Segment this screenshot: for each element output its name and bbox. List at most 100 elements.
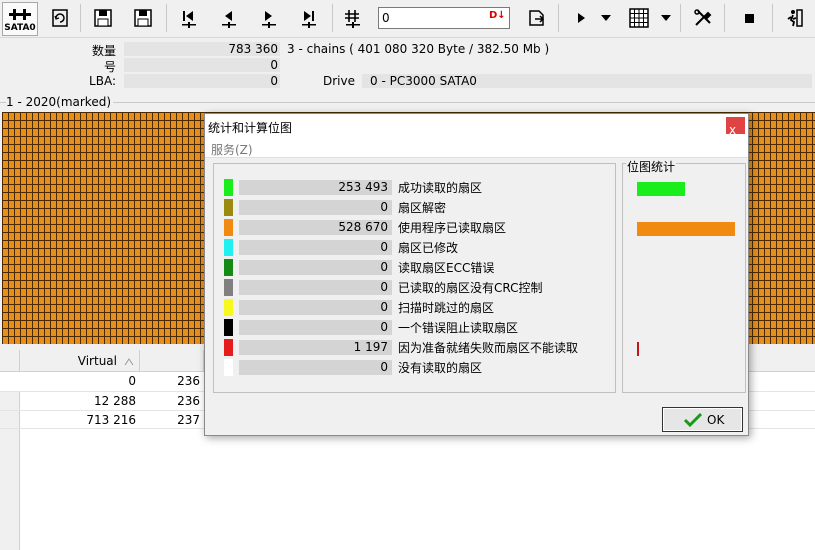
info-panel: 数量 783 360 3 - chains ( 401 080 320 Byte… — [0, 38, 815, 94]
cell-next: 236 — [177, 394, 200, 408]
number-value: 0 — [124, 58, 280, 72]
exit-button[interactable] — [780, 3, 810, 33]
toolbar-separator — [772, 4, 773, 32]
load-map-button[interactable] — [128, 3, 158, 33]
stat-color-swatch — [224, 299, 233, 316]
stat-label: 扇区解密 — [398, 201, 447, 215]
tools-icon — [694, 9, 712, 26]
play-icon — [578, 13, 585, 23]
sort-arrow-icon — [124, 358, 134, 366]
map-view-button[interactable] — [624, 3, 654, 33]
checkmark-icon — [683, 412, 703, 428]
stat-color-swatch — [224, 279, 233, 296]
go-first-button[interactable] — [174, 3, 204, 33]
stat-value-box: 0 — [239, 200, 392, 215]
start-dropdown-button[interactable] — [596, 3, 616, 33]
stat-label: 因为准备就绪失败而扇区不能读取 — [398, 341, 579, 355]
bitmap-legend: 位图统计 — [626, 158, 677, 175]
stat-value-box: 0 — [239, 360, 392, 375]
count-value: 783 360 — [124, 42, 280, 56]
toolbar-separator — [680, 4, 681, 32]
refresh-icon — [52, 9, 68, 27]
go-next-button[interactable] — [254, 3, 284, 33]
chevron-down-icon — [661, 15, 671, 21]
stat-label: 成功读取的扇区 — [398, 181, 483, 195]
stat-label: 使用程序已读取扇区 — [398, 221, 507, 235]
stat-value: 0 — [380, 300, 388, 314]
stop-button[interactable] — [734, 3, 764, 33]
device-select-button[interactable]: SATA0 — [2, 2, 38, 36]
stat-value-box: 0 — [239, 260, 392, 275]
menu-service[interactable]: 服务(Z) — [211, 141, 253, 158]
ok-button[interactable]: OK — [662, 407, 743, 432]
stat-value-box: 528 670 — [239, 220, 392, 235]
goto-icon — [529, 10, 545, 26]
stat-row: 0 读取扇区ECC错误 — [214, 257, 617, 277]
stat-color-swatch — [224, 259, 233, 276]
stat-color-swatch — [224, 339, 233, 356]
lba-input-badge[interactable]: D↓ — [489, 10, 506, 26]
stat-value-box: 0 — [239, 320, 392, 335]
stat-row: 0 已读取的扇区没有CRC控制 — [214, 277, 617, 297]
tools-button[interactable] — [688, 3, 718, 33]
stat-label: 读取扇区ECC错误 — [398, 261, 495, 275]
map-view-dropdown-button[interactable] — [656, 3, 676, 33]
close-icon: x — [729, 123, 737, 137]
stop-icon — [745, 14, 754, 23]
stat-row: 0 没有读取的扇区 — [214, 357, 617, 377]
hash-icon — [345, 10, 360, 28]
stat-color-swatch — [224, 199, 233, 216]
stat-label: 扇区已修改 — [398, 241, 459, 255]
stat-row: 253 493 成功读取的扇区 — [214, 177, 617, 197]
stat-value-box: 1 197 — [239, 340, 392, 355]
stat-row: 528 670 使用程序已读取扇区 — [214, 217, 617, 237]
save-map-button[interactable] — [88, 3, 118, 33]
stat-color-swatch — [224, 319, 233, 336]
dialog-menubar: 服务(Z) — [205, 138, 748, 158]
chevron-down-icon — [601, 15, 611, 21]
plug-icon — [9, 9, 31, 20]
cell-virtual: 12 288 — [94, 394, 136, 408]
exit-icon — [787, 9, 803, 27]
stat-value: 0 — [380, 200, 388, 214]
save-icon — [94, 9, 112, 27]
stat-value: 0 — [380, 260, 388, 274]
grid-icon — [629, 8, 649, 28]
stat-label: 没有读取的扇区 — [398, 361, 483, 375]
bitmap-bar-read — [637, 182, 685, 196]
header-virtual[interactable]: Virtual — [20, 350, 140, 372]
lba-label: LBA: — [89, 74, 116, 88]
group-label: 1 - 2020(marked) — [6, 95, 113, 109]
step-back-icon — [222, 11, 236, 28]
goto-number-button[interactable] — [338, 3, 368, 33]
count-label: 数量 — [91, 44, 116, 58]
stat-color-swatch — [224, 179, 233, 196]
drive-value: 0 - PC3000 SATA0 — [362, 74, 812, 88]
stat-row: 0 扇区已修改 — [214, 237, 617, 257]
stat-color-swatch — [224, 219, 233, 236]
toolbar-separator — [724, 4, 725, 32]
goto-button[interactable] — [522, 3, 552, 33]
close-button[interactable]: x — [726, 117, 745, 137]
cell-next: 236 — [177, 374, 200, 388]
bitmap-bar-program-read — [637, 222, 735, 236]
stat-value: 0 — [380, 240, 388, 254]
cell-virtual: 713 216 — [86, 413, 136, 427]
bitmap-panel — [622, 163, 746, 393]
drive-label: Drive — [323, 74, 355, 88]
dialog-titlebar[interactable]: 统计和计算位图 x — [205, 114, 748, 138]
header-next[interactable] — [140, 350, 204, 372]
go-previous-button[interactable] — [214, 3, 244, 33]
start-button[interactable] — [566, 3, 596, 33]
stat-value-box: 0 — [239, 280, 392, 295]
go-last-button[interactable] — [294, 3, 324, 33]
stat-label: 扫描时跳过的扇区 — [398, 301, 495, 315]
stat-value-box: 0 — [239, 300, 392, 315]
toolbar: SATA0 D↓ — [0, 0, 815, 38]
device-select-label: SATA0 — [4, 23, 36, 33]
stats-list: 253 493 成功读取的扇区 0 扇区解密 528 670 使用程序已读取扇区 0 扇区已修… — [213, 163, 616, 393]
step-forward-icon — [262, 11, 276, 28]
refresh-button[interactable] — [45, 3, 75, 33]
stat-value-box: 253 493 — [239, 180, 392, 195]
stat-row: 0 一个错误阻止读取扇区 — [214, 317, 617, 337]
